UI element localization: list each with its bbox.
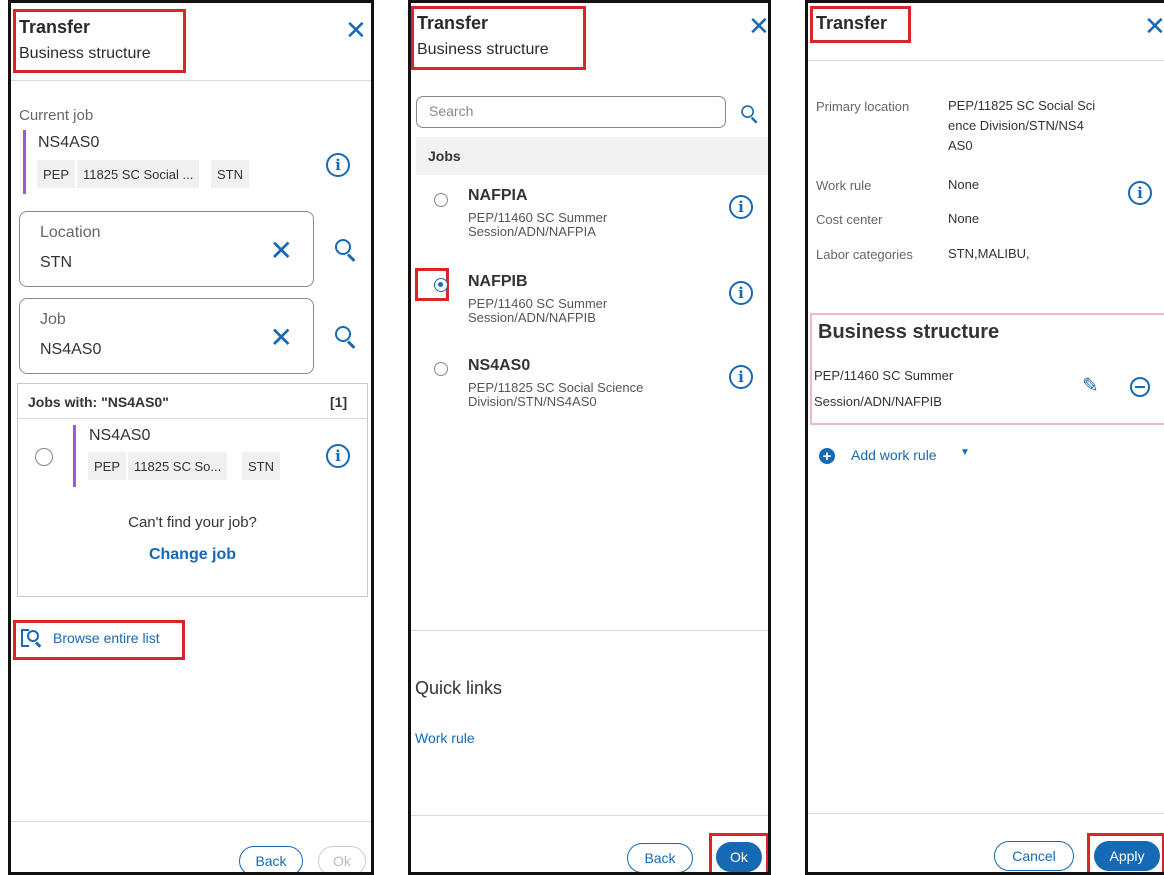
transfer-panel-job-search: Transfer Business structure ✕ Current jo… (8, 0, 374, 875)
clear-icon[interactable]: ✕ (270, 321, 293, 354)
location-label: Location (40, 224, 101, 241)
job-path: PEP/11460 SC Summer Session/ADN/NAFPIA (468, 210, 608, 239)
job-results-list: Jobs with: "NS4AS0" [1] NS4AS0 PEP 11825… (17, 383, 368, 597)
clear-icon[interactable]: ✕ (270, 234, 293, 267)
job-field[interactable]: Job NS4AS0 ✕ (19, 298, 314, 374)
back-button[interactable]: Back (627, 843, 693, 872)
search-input[interactable]: Search (416, 96, 726, 128)
divider (411, 630, 768, 631)
highlight-box-title (13, 9, 186, 73)
edit-pencil-icon[interactable]: ✎ (1082, 373, 1099, 398)
change-job-link[interactable]: Change job (18, 546, 367, 564)
transfer-panel-job-list: Transfer Business structure ✕ Search Job… (408, 0, 771, 875)
search-icon[interactable] (335, 326, 357, 349)
result-job-name: NS4AS0 (89, 427, 151, 444)
results-header: Jobs with: "NS4AS0" (28, 394, 169, 410)
job-tag: 11825 SC Social ... (77, 160, 200, 188)
job-tag: 11825 SC So... (128, 452, 228, 480)
info-icon[interactable]: i (326, 153, 350, 177)
job-tag: PEP (37, 160, 76, 188)
job-accent-bar (73, 425, 76, 487)
info-icon[interactable]: i (326, 444, 350, 468)
job-tag: PEP (88, 452, 127, 480)
ok-button-disabled[interactable]: Ok (318, 846, 366, 872)
job-path: PEP/11460 SC Summer Session/ADN/NAFPIB (468, 296, 608, 325)
location-value: STN (40, 254, 72, 271)
jobs-section-header: Jobs (416, 137, 768, 175)
work-rule-label: Work rule (816, 178, 872, 193)
job-label: Job (40, 311, 66, 328)
business-structure-card: Business structure PEP/11460 SC Summer S… (810, 313, 1164, 425)
job-name: NAFPIB (468, 273, 528, 290)
close-icon[interactable]: ✕ (748, 13, 768, 39)
divider (808, 813, 1164, 814)
cost-center-label: Cost center (816, 212, 883, 227)
business-structure-value: PEP/11460 SC Summer Session/ADN/NAFPIB (814, 368, 954, 409)
info-icon[interactable]: i (1128, 181, 1152, 205)
job-radio-selected[interactable] (434, 278, 448, 292)
search-icon[interactable] (335, 239, 357, 262)
cancel-button[interactable]: Cancel (994, 841, 1074, 871)
job-path: PEP/11825 SC Social Science Division/STN/… (468, 380, 644, 409)
back-button[interactable]: Back (239, 846, 303, 872)
highlight-box-title (411, 6, 586, 70)
divider (18, 418, 367, 419)
search-icon[interactable] (741, 105, 759, 124)
job-name: NAFPIA (468, 187, 528, 204)
job-name: NS4AS0 (468, 357, 531, 374)
work-rule-value: None (948, 177, 980, 192)
job-list-item[interactable]: NAFPIA PEP/11460 SC Summer Session/ADN/NA… (416, 181, 768, 253)
labor-categories-value: STN,MALIBU, (948, 246, 1030, 261)
job-list-item-selected[interactable]: NAFPIB PEP/11460 SC Summer Session/ADN/NA… (416, 267, 768, 339)
cost-center-value: None (948, 211, 980, 226)
job-radio[interactable] (434, 193, 448, 207)
job-accent-bar (23, 130, 26, 194)
browse-entire-list-link[interactable]: Browse entire list (53, 630, 160, 646)
caret-down-icon[interactable]: ▼ (960, 447, 970, 458)
divider (11, 821, 371, 822)
close-icon[interactable]: ✕ (1144, 13, 1164, 39)
divider (411, 815, 768, 816)
results-count: [1] (330, 394, 348, 410)
current-job-label: Current job (19, 107, 94, 124)
highlight-box-title (810, 6, 911, 43)
divider (808, 60, 1164, 61)
current-job-name: NS4AS0 (38, 134, 100, 151)
add-work-rule-link[interactable]: Add work rule (851, 447, 937, 463)
job-list-item[interactable]: NS4AS0 PEP/11825 SC Social Science Divisi… (416, 353, 768, 425)
info-icon[interactable]: i (729, 365, 753, 389)
primary-location-value: PEP/11825 SC Social Sci ence Division/ST… (948, 98, 1096, 153)
primary-location-label: Primary location (816, 99, 910, 114)
cant-find-text: Can't find your job? (128, 514, 257, 531)
close-icon[interactable]: ✕ (345, 17, 367, 43)
add-icon[interactable]: + (819, 448, 835, 464)
job-value: NS4AS0 (40, 341, 102, 358)
remove-icon[interactable] (1130, 377, 1150, 397)
search-placeholder: Search (429, 103, 474, 119)
job-tag: STN (242, 452, 280, 480)
job-radio[interactable] (35, 448, 53, 466)
transfer-panel-summary: Transfer ✕ Primary location PEP/11825 SC… (805, 0, 1164, 875)
browse-list-icon[interactable] (21, 627, 43, 649)
info-icon[interactable]: i (729, 195, 753, 219)
apply-button[interactable]: Apply (1094, 841, 1160, 871)
labor-categories-label: Labor categories (816, 247, 913, 262)
jobs-header-label: Jobs (428, 148, 461, 164)
business-structure-title: Business structure (818, 321, 1000, 343)
job-radio[interactable] (434, 362, 448, 376)
work-rule-quick-link[interactable]: Work rule (415, 730, 475, 746)
info-icon[interactable]: i (729, 281, 753, 305)
location-field[interactable]: Location STN ✕ (19, 211, 314, 287)
ok-button[interactable]: Ok (716, 842, 762, 872)
job-tag: STN (211, 160, 249, 188)
quick-links-title: Quick links (415, 678, 503, 698)
divider (11, 80, 371, 81)
